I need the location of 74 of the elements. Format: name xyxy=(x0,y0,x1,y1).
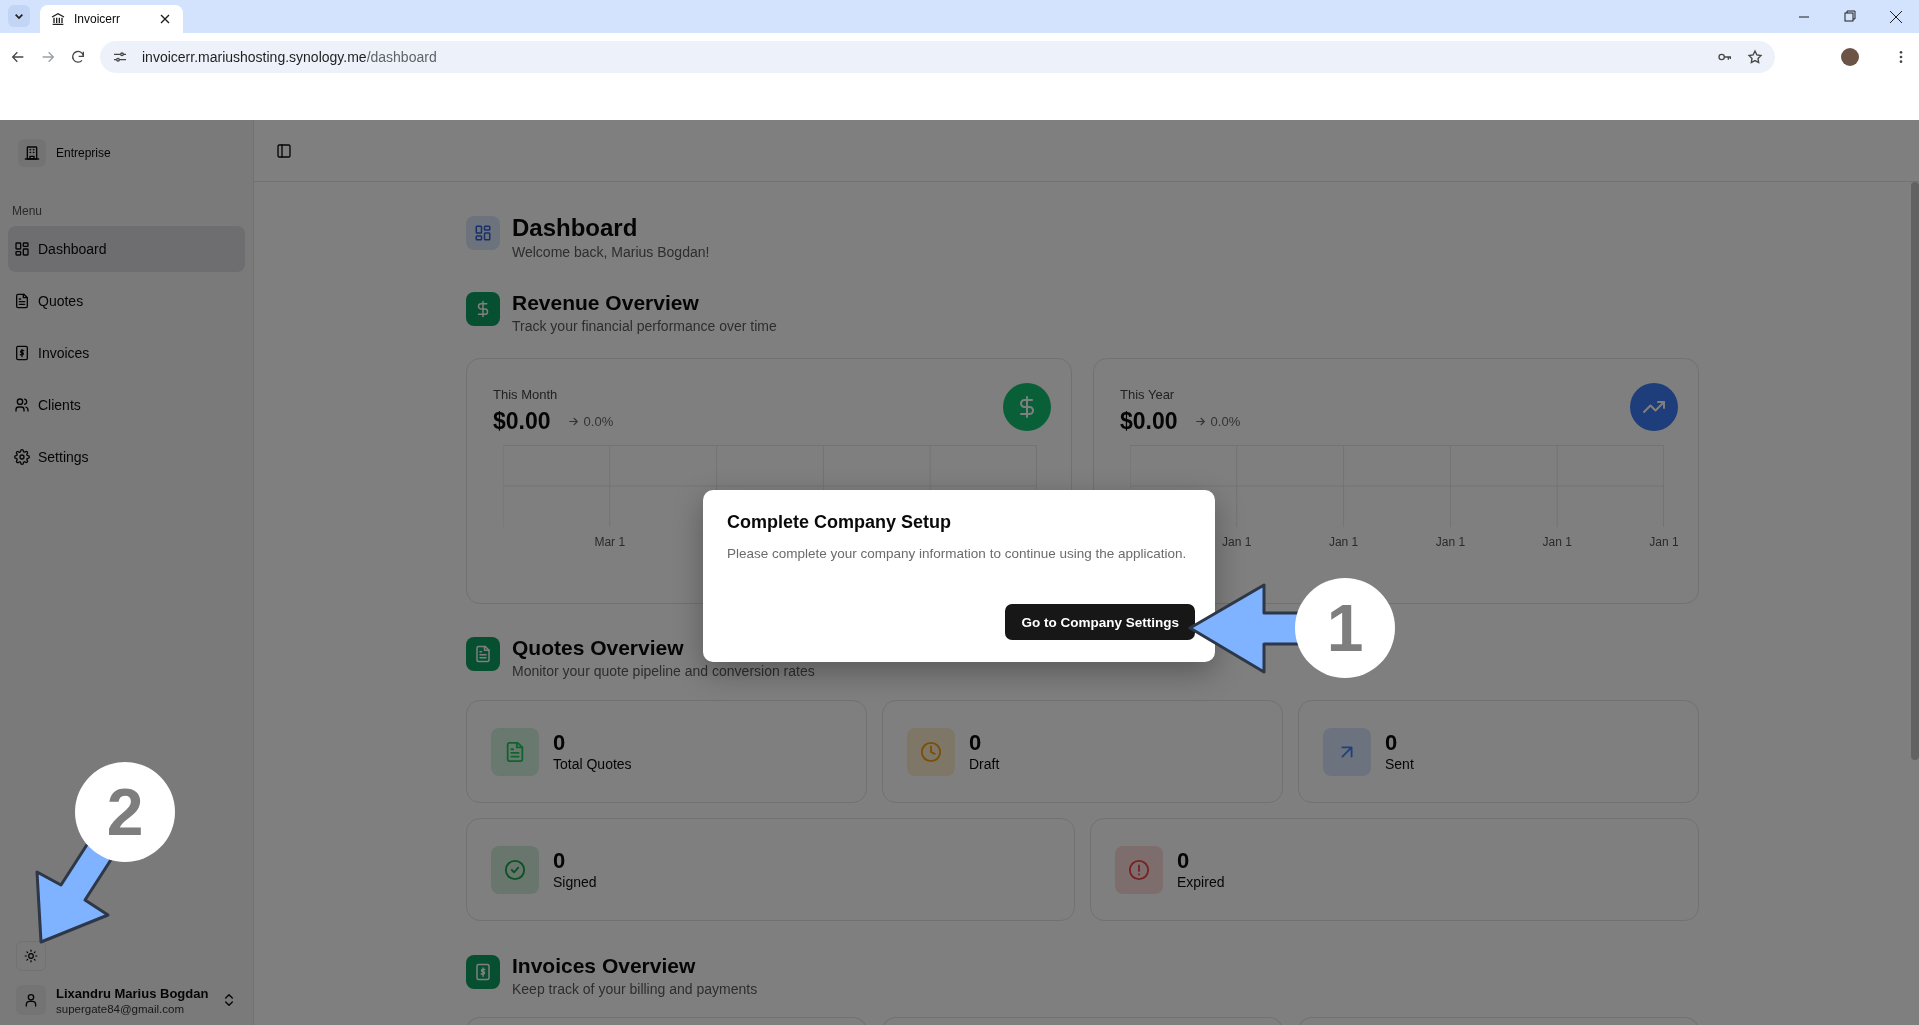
sidebar-item[interactable]: Settings xyxy=(8,434,245,480)
card-label: This Year xyxy=(1120,387,1176,402)
stat-label: Signed xyxy=(553,872,597,891)
axis-label: Jan 1 xyxy=(1435,535,1466,549)
change-percent: 0.0% xyxy=(583,414,614,429)
stat-value: 0 xyxy=(553,730,567,755)
user-icon xyxy=(16,985,46,1015)
amount: $0.00 xyxy=(493,408,551,435)
document-icon xyxy=(504,740,526,763)
arrow-right-icon xyxy=(566,415,580,428)
section-title: Invoices Overview xyxy=(512,953,697,979)
document-icon xyxy=(14,293,30,309)
stat-value: 0 xyxy=(1385,730,1399,755)
section-subtitle: Welcome back, Marius Bogdan! xyxy=(512,243,710,262)
check-circle-icon xyxy=(504,858,526,881)
workspace-name: Entreprise xyxy=(56,146,111,160)
section-subtitle: Keep track of your billing and payments xyxy=(512,980,758,999)
bank-icon xyxy=(50,11,66,27)
dashboard-icon xyxy=(14,241,30,257)
section-subtitle: Track your financial performance over time xyxy=(512,317,777,336)
settings-icon xyxy=(14,449,30,465)
building-icon xyxy=(18,139,46,167)
stat-label: Total Quotes xyxy=(553,754,632,773)
receipt-icon xyxy=(466,955,500,989)
section-title: Dashboard xyxy=(512,214,639,242)
stat-label: Expired xyxy=(1177,872,1225,891)
users-icon xyxy=(14,397,30,413)
sun-icon xyxy=(24,949,38,963)
axis-label: Jan 1 xyxy=(1328,535,1359,549)
scrollbar[interactable] xyxy=(1911,182,1919,760)
address-bar[interactable]: invoicerr.mariushosting.synology.me/dashboard xyxy=(100,40,1775,73)
sidebar-item[interactable]: Clients xyxy=(8,382,245,428)
company-settings-button[interactable]: Go to Company Settings xyxy=(1005,604,1195,640)
sidebar-item[interactable]: Quotes xyxy=(8,278,245,324)
sidebar-item[interactable]: Invoices xyxy=(8,330,245,376)
reload-icon[interactable] xyxy=(70,48,86,65)
url-text: invoicerr.mariushosting.synology.me/dashboard xyxy=(142,48,438,65)
dollar-icon xyxy=(1003,383,1051,431)
axis-label: Jan 1 xyxy=(1542,535,1572,549)
axis-label: Mar 1 xyxy=(594,535,626,549)
stat-label: Draft xyxy=(969,754,1000,773)
dashboard-icon xyxy=(466,216,500,250)
section-title: Quotes Overview xyxy=(512,635,685,661)
star-icon[interactable] xyxy=(1747,48,1763,65)
trend-up-icon xyxy=(1630,383,1678,431)
sidebar-toggle-icon xyxy=(276,142,292,159)
section-title: Revenue Overview xyxy=(512,290,700,316)
arrow-right-icon xyxy=(1193,415,1207,428)
change-percent: 0.0% xyxy=(1210,414,1241,429)
amount: $0.00 xyxy=(1120,408,1178,435)
stat-value: 0 xyxy=(553,848,567,873)
card-label: This Month xyxy=(493,387,559,402)
alert-circle-icon xyxy=(1128,858,1150,881)
clock-icon xyxy=(920,740,942,763)
browser-tab[interactable]: Invoicerr xyxy=(40,5,183,33)
stat-value: 0 xyxy=(1177,848,1191,873)
stat-value: 0 xyxy=(969,730,983,755)
user-name: Lixandru Marius Bogdan xyxy=(56,985,210,1001)
dollar-icon xyxy=(466,292,500,326)
dialog-title: Complete Company Setup xyxy=(727,512,953,533)
document-icon xyxy=(466,637,500,671)
tab-title: Invoicerr xyxy=(74,12,121,26)
menu-label: Menu xyxy=(11,203,44,220)
axis-label: Jan 1 xyxy=(1222,535,1252,549)
profile-avatar[interactable] xyxy=(1841,47,1859,66)
section-subtitle: Monitor your quote pipeline and conversion rates xyxy=(512,662,815,681)
tab-list-button[interactable] xyxy=(8,5,30,27)
stat-label: Sent xyxy=(1385,754,1414,773)
sidebar-item[interactable]: Dashboard xyxy=(8,226,245,272)
user-email: supergate84@gmail.com xyxy=(56,1002,186,1015)
receipt-icon xyxy=(14,345,30,361)
axis-label: Jan 1 xyxy=(1649,535,1679,549)
theme-toggle-button[interactable] xyxy=(16,941,46,971)
dialog-message: Please complete your company information to continue using the application. xyxy=(727,545,1188,563)
